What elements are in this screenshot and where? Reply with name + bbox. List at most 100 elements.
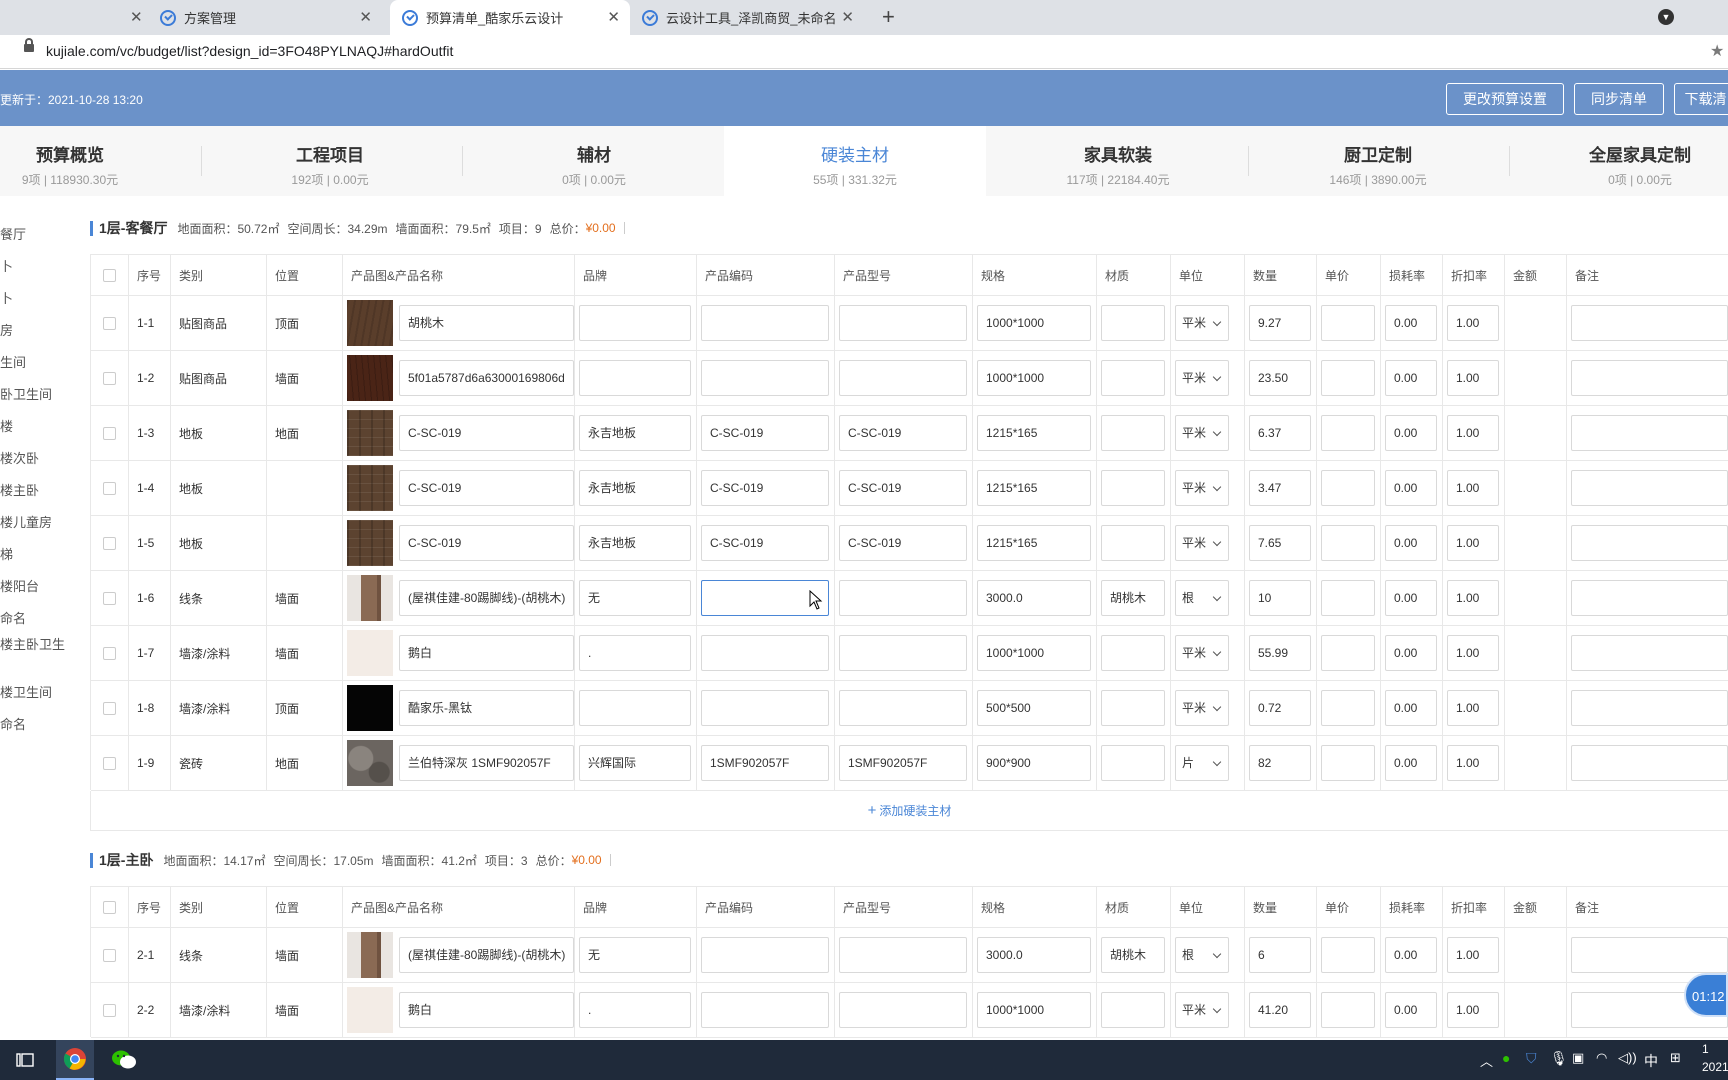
unit-select[interactable]: 根 <box>1175 580 1229 616</box>
ime-indicator[interactable]: 中 <box>1644 1051 1658 1071</box>
room-item[interactable]: 梯 <box>0 544 13 563</box>
unit-select[interactable]: 平米 <box>1175 635 1229 671</box>
material-input[interactable] <box>1101 635 1165 671</box>
code-input[interactable] <box>701 635 829 671</box>
room-item[interactable]: 楼主卧 <box>0 480 39 499</box>
brand-input[interactable]: 无 <box>579 580 691 616</box>
code-input[interactable] <box>701 992 829 1028</box>
row-checkbox[interactable] <box>103 646 116 660</box>
close-tab-icon[interactable]: ✕ <box>841 8 854 26</box>
price-input[interactable] <box>1321 470 1375 506</box>
qty-input[interactable]: 0.72 <box>1249 690 1311 726</box>
loss-input[interactable]: 0.00 <box>1385 992 1437 1028</box>
note-input[interactable] <box>1571 525 1728 561</box>
qty-input[interactable]: 23.50 <box>1249 360 1311 396</box>
add-hard-material-button[interactable]: + 添加硬装主材 <box>90 791 1728 831</box>
row-checkbox[interactable] <box>103 536 116 550</box>
loss-input[interactable]: 0.00 <box>1385 745 1437 781</box>
material-input[interactable] <box>1101 745 1165 781</box>
model-input[interactable]: C-SC-019 <box>839 470 967 506</box>
product-name-input[interactable]: 鹅白 <box>399 992 574 1028</box>
qty-input[interactable]: 7.65 <box>1249 525 1311 561</box>
code-input[interactable] <box>701 690 829 726</box>
code-input[interactable] <box>701 305 829 341</box>
sync-list-button[interactable]: 同步清单 <box>1574 83 1664 115</box>
room-item[interactable]: 生间 <box>0 352 26 371</box>
brand-input[interactable]: 永吉地板 <box>579 470 691 506</box>
note-input[interactable] <box>1571 690 1728 726</box>
disc-input[interactable]: 1.00 <box>1447 580 1499 616</box>
tray-keyboard-icon[interactable]: ⊞ <box>1670 1050 1681 1066</box>
tab-kitchen-bath[interactable]: 厨卫定制 146项 | 3890.00元 <box>1278 126 1478 196</box>
room-item[interactable]: 房 <box>0 320 13 339</box>
close-tab-icon[interactable]: ✕ <box>359 8 372 26</box>
disc-input[interactable]: 1.00 <box>1447 305 1499 341</box>
model-input[interactable] <box>839 580 967 616</box>
disc-input[interactable]: 1.00 <box>1447 470 1499 506</box>
qty-input[interactable]: 82 <box>1249 745 1311 781</box>
tab-budget-list[interactable]: 预算清单_酷家乐云设计 ✕ <box>390 0 630 35</box>
material-input[interactable] <box>1101 525 1165 561</box>
loss-input[interactable]: 0.00 <box>1385 415 1437 451</box>
wechat-icon[interactable] <box>104 1040 144 1080</box>
spec-input[interactable]: 1215*165 <box>977 415 1091 451</box>
price-input[interactable] <box>1321 305 1375 341</box>
note-input[interactable] <box>1571 470 1728 506</box>
product-thumbnail[interactable] <box>347 932 393 978</box>
model-input[interactable] <box>839 690 967 726</box>
material-input[interactable] <box>1101 470 1165 506</box>
tray-wifi-icon[interactable]: ◠ <box>1596 1050 1607 1066</box>
room-item[interactable]: 楼儿童房 <box>0 512 52 531</box>
material-input[interactable] <box>1101 305 1165 341</box>
unit-select[interactable]: 平米 <box>1175 305 1229 341</box>
change-budget-settings-button[interactable]: 更改预算设置 <box>1446 83 1564 115</box>
brand-input[interactable]: 兴辉国际 <box>579 745 691 781</box>
spec-input[interactable]: 3000.0 <box>977 937 1091 973</box>
product-name-input[interactable]: C-SC-019 <box>399 415 574 451</box>
material-input[interactable]: 胡桃木 <box>1101 580 1165 616</box>
loss-input[interactable]: 0.00 <box>1385 937 1437 973</box>
product-name-input[interactable]: C-SC-019 <box>399 470 574 506</box>
loss-input[interactable]: 0.00 <box>1385 470 1437 506</box>
material-input[interactable]: 胡桃木 <box>1101 937 1165 973</box>
product-name-input[interactable]: C-SC-019 <box>399 525 574 561</box>
model-input[interactable]: C-SC-019 <box>839 415 967 451</box>
room-item[interactable]: 楼次卧 <box>0 448 39 467</box>
room-item[interactable]: 楼主卧卫生 <box>0 634 65 653</box>
product-thumbnail[interactable] <box>347 300 393 346</box>
product-thumbnail[interactable] <box>347 685 393 731</box>
brand-input[interactable]: 永吉地板 <box>579 415 691 451</box>
loss-input[interactable]: 0.00 <box>1385 690 1437 726</box>
note-input[interactable] <box>1571 745 1728 781</box>
model-input[interactable] <box>839 360 967 396</box>
spec-input[interactable]: 1000*1000 <box>977 992 1091 1028</box>
clock-time[interactable]: 1 <box>1702 1042 1709 1056</box>
select-all-checkbox[interactable] <box>103 268 116 282</box>
qty-input[interactable]: 41.20 <box>1249 992 1311 1028</box>
price-input[interactable] <box>1321 525 1375 561</box>
product-name-input[interactable]: (屋祺佳建-80踢脚线)-(胡桃木) <box>399 580 574 616</box>
code-input[interactable]: C-SC-019 <box>701 525 829 561</box>
row-checkbox[interactable] <box>103 316 116 330</box>
qty-input[interactable]: 6.37 <box>1249 415 1311 451</box>
brand-input[interactable]: 永吉地板 <box>579 525 691 561</box>
clock-date[interactable]: 2021 <box>1702 1060 1728 1074</box>
disc-input[interactable]: 1.00 <box>1447 525 1499 561</box>
price-input[interactable] <box>1321 635 1375 671</box>
note-input[interactable] <box>1571 580 1728 616</box>
row-checkbox[interactable] <box>103 756 116 770</box>
model-input[interactable]: C-SC-019 <box>839 525 967 561</box>
spec-input[interactable]: 500*500 <box>977 690 1091 726</box>
model-input[interactable]: 1SMF902057F <box>839 745 967 781</box>
room-item[interactable]: 卜 <box>0 256 13 275</box>
brand-input[interactable] <box>579 305 691 341</box>
spec-input[interactable]: 1215*165 <box>977 470 1091 506</box>
loss-input[interactable]: 0.00 <box>1385 525 1437 561</box>
url-text[interactable]: kujiale.com/vc/budget/list?design_id=3FO… <box>46 43 453 59</box>
brand-input[interactable]: . <box>579 992 691 1028</box>
select-all-checkbox[interactable] <box>103 900 116 914</box>
brand-input[interactable] <box>579 690 691 726</box>
disc-input[interactable]: 1.00 <box>1447 415 1499 451</box>
material-input[interactable] <box>1101 690 1165 726</box>
spec-input[interactable]: 1215*165 <box>977 525 1091 561</box>
